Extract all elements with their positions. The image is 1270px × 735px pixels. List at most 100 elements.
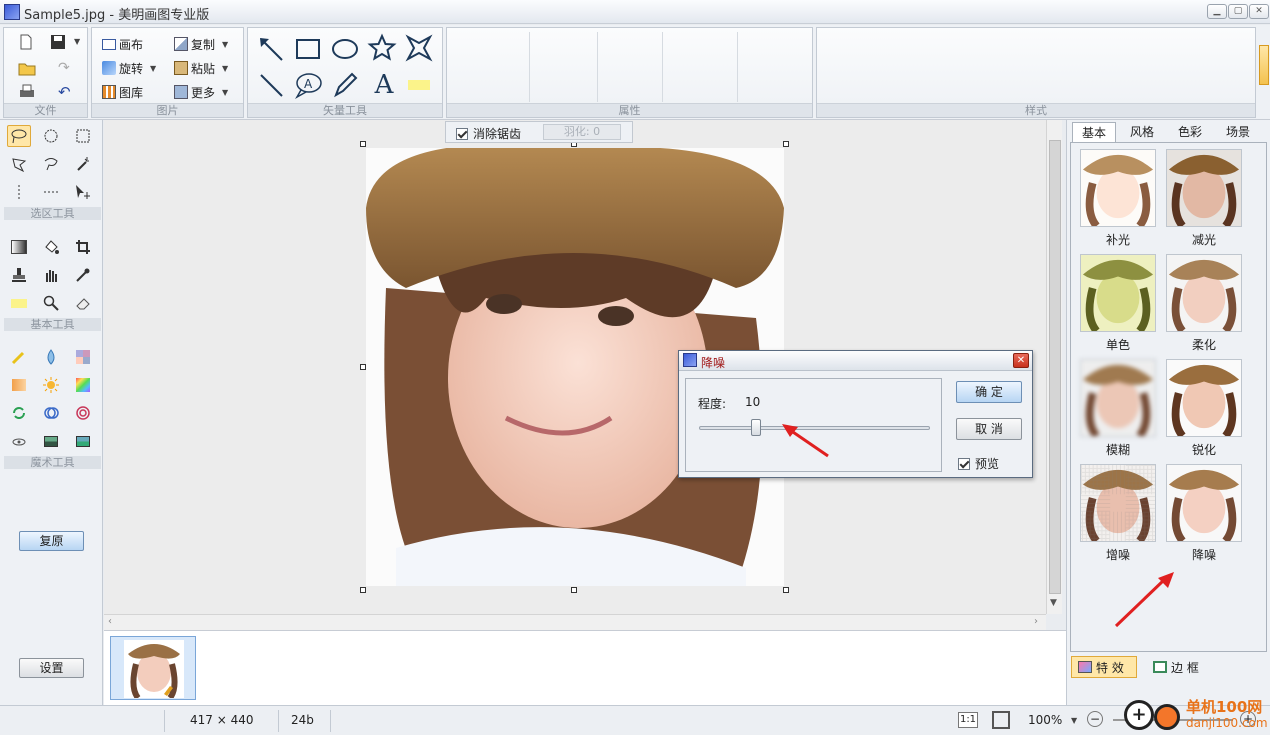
eraser-tool[interactable] [71,292,95,314]
tab-style[interactable]: 风格 [1120,122,1164,142]
rect-select-tool[interactable] [71,125,95,147]
copy-button[interactable]: 复制 ▼ [174,34,228,54]
color-fill-tool[interactable] [7,374,31,396]
freehand-select-tool[interactable] [39,153,63,175]
tab-scene[interactable]: 场景 [1216,122,1260,142]
print-icon[interactable] [18,84,36,103]
degree-slider-thumb[interactable] [751,419,762,436]
stamp-tool[interactable] [7,264,31,286]
more-dropdown-icon[interactable]: ▼ [222,88,228,97]
undo-icon[interactable]: ↶ [58,83,71,101]
effect-sharpen[interactable]: 锐化 [1165,359,1243,458]
thumbnail-item[interactable] [110,636,196,700]
mosaic-tool[interactable] [71,346,95,368]
effect-soften[interactable]: 柔化 [1165,254,1243,353]
picture-tool[interactable] [39,430,63,452]
crop-tool[interactable] [71,236,95,258]
close-window-button[interactable]: ✕ [1249,4,1269,19]
resize-handle[interactable] [360,587,366,593]
effect-add-noise[interactable]: 增噪 [1079,464,1157,563]
eye-tool[interactable] [7,430,31,452]
cancel-button[interactable]: 取 消 [956,418,1022,440]
zoom-dropdown-icon[interactable]: ▼ [1071,716,1077,725]
preview-checkbox[interactable]: 预览 [958,455,999,472]
ellipse-tool-icon[interactable] [330,34,360,64]
tab-basic[interactable]: 基本 [1072,122,1116,142]
zoom-level[interactable]: 100% [1028,713,1062,727]
canvas-button[interactable]: 画布 [102,34,143,54]
color-picker-tool[interactable] [71,264,95,286]
paint-bucket-tool[interactable] [39,236,63,258]
refresh-effect-tool[interactable] [7,402,31,424]
paste-button[interactable]: 粘贴 ▼ [174,58,228,78]
fit-window-icon[interactable] [992,711,1010,729]
settings-button[interactable]: 设置 [19,658,84,678]
blur-drop-tool[interactable] [39,346,63,368]
save-icon[interactable] [50,34,66,53]
maximize-button[interactable]: ▢ [1228,4,1248,19]
lasso-select-tool[interactable] [7,125,31,147]
gradient-tool[interactable] [7,236,31,258]
callout-tool-icon[interactable]: A [293,70,323,100]
brightness-tool[interactable] [39,374,63,396]
overlay-tool[interactable] [39,402,63,424]
highlighter-tool[interactable] [7,292,31,314]
magic-brush-tool[interactable] [7,346,31,368]
landscape-tool[interactable] [71,430,95,452]
dialog-close-button[interactable]: ✕ [1013,353,1029,368]
zoom-tool[interactable] [39,292,63,314]
resize-handle[interactable] [783,141,789,147]
resize-handle[interactable] [783,587,789,593]
zoom-out-icon[interactable]: − [1087,711,1103,727]
effect-reduce-light[interactable]: 减光 [1165,149,1243,248]
new-file-icon[interactable] [18,34,34,53]
paste-dropdown-icon[interactable]: ▼ [222,64,228,73]
polygon-select-tool[interactable] [7,153,31,175]
minimize-button[interactable]: ▁ [1207,4,1227,19]
scroll-down-icon[interactable]: ▼ [1050,598,1057,608]
star-tool-icon[interactable] [367,33,397,63]
scroll-right-icon[interactable]: › [1034,616,1038,627]
ribbon-scroll-handle[interactable] [1259,45,1269,85]
magic-wand-tool[interactable] [71,153,95,175]
pencil-tool-icon[interactable] [330,70,360,100]
antialias-checkbox[interactable]: 消除锯齿 [456,125,521,142]
open-folder-icon[interactable] [18,60,36,79]
frame-button[interactable]: 边 框 [1147,656,1213,678]
rotate-dropdown-icon[interactable]: ▼ [150,64,156,73]
restore-button[interactable]: 复原 [19,531,84,551]
text-tool-icon[interactable]: A [369,70,399,100]
effect-fill-light[interactable]: 补光 [1079,149,1157,248]
effect-monochrome[interactable]: 单色 [1079,254,1157,353]
move-selection-tool[interactable] [71,181,95,203]
redo-icon[interactable]: ↷ [58,60,70,76]
more-button[interactable]: 更多 ▼ [174,82,228,102]
four-point-star-tool-icon[interactable] [404,33,434,63]
vertical-line-select-tool[interactable] [7,181,31,203]
copy-dropdown-icon[interactable]: ▼ [222,40,228,49]
resize-handle[interactable] [571,587,577,593]
hand-tool[interactable] [39,264,63,286]
vertical-scroll-thumb[interactable] [1049,140,1061,594]
color-balance-tool[interactable] [71,374,95,396]
highlighter-tool-icon[interactable] [408,80,430,90]
library-button[interactable]: 图库 [102,82,143,102]
effects-button[interactable]: 特 效 [1071,656,1137,678]
line-tool-icon[interactable] [256,70,286,100]
effect-denoise[interactable]: 降噪 [1165,464,1243,563]
ok-button[interactable]: 确 定 [956,381,1022,403]
rotate-button[interactable]: 旋转 ▼ [102,58,156,78]
arrow-tool-icon[interactable] [256,34,286,64]
resize-handle[interactable] [360,364,366,370]
save-dropdown-icon[interactable]: ▼ [74,37,80,46]
scroll-left-icon[interactable]: ‹ [108,616,112,627]
ellipse-select-tool[interactable] [39,125,63,147]
effect-blur[interactable]: 模糊 [1079,359,1157,458]
tab-color[interactable]: 色彩 [1168,122,1212,142]
horizontal-scrollbar[interactable]: ‹ › [104,614,1046,630]
vertical-scrollbar[interactable]: ▼ [1046,120,1062,614]
horizontal-line-select-tool[interactable] [39,181,63,203]
target-tool[interactable] [71,402,95,424]
resize-handle[interactable] [360,141,366,147]
actual-size-button[interactable]: 1:1 [958,712,978,728]
